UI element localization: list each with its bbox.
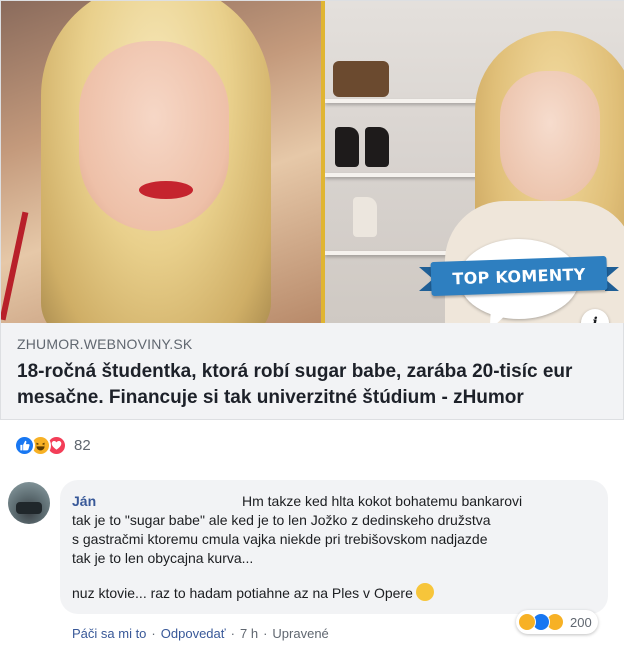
thinking-emoji-icon — [415, 583, 434, 601]
comment-actions: Páči sa mi to · Odpovedať · 7 h · Uprave… — [72, 626, 329, 641]
link-domain: ZHUMOR.WEBNOVINY.SK — [17, 336, 193, 352]
haha-icon — [518, 613, 536, 631]
separator-dot: · — [230, 626, 235, 641]
comment-author[interactable]: Ján — [72, 493, 242, 509]
edited-label[interactable]: Upravené — [272, 626, 328, 641]
like-link[interactable]: Páči sa mi to — [72, 626, 146, 641]
link-title[interactable]: 18-ročná študentka, ktorá robí sugar bab… — [17, 359, 607, 411]
link-preview-card[interactable]: TOP KOMENTY i ZHUMOR.WEBNOVINY.SK 18-roč… — [0, 0, 624, 420]
reaction-count[interactable]: 82 — [74, 437, 91, 454]
comment-bubble: Ján Hm takze ked hlta kokot bohatemu bank… — [60, 480, 608, 614]
post-reactions[interactable]: 82 — [14, 432, 91, 458]
separator-dot: · — [263, 626, 268, 641]
link-preview-text[interactable]: ZHUMOR.WEBNOVINY.SK 18-ročná študentka, … — [1, 323, 623, 411]
top-komenty-badge: TOP KOMENTY — [430, 255, 608, 297]
comment-text-line: tak je to "sugar babe" ale ked je to len… — [72, 512, 491, 528]
comment-text-line: s gastračmi ktoremu cmula vajka niekde p… — [72, 531, 488, 547]
comment-text-line: nuz ktovie... raz to hadam potiahne az n… — [72, 585, 413, 601]
link-preview-image[interactable]: TOP KOMENTY i — [1, 1, 624, 323]
reply-link[interactable]: Odpovedať — [161, 626, 226, 641]
comment-timestamp[interactable]: 7 h — [240, 626, 258, 641]
comment-text-line: Hm takze ked hlta kokot bohatemu bankaro… — [242, 493, 523, 509]
photo-left-woman — [1, 1, 321, 323]
comment-reaction-count: 200 — [570, 614, 592, 630]
comment-text-line: tak je to len obycajna kurva... — [72, 550, 254, 566]
like-icon — [14, 434, 35, 456]
separator-dot: · — [151, 626, 156, 641]
avatar[interactable] — [8, 482, 50, 524]
comment-reactions[interactable]: 200 — [516, 610, 598, 634]
